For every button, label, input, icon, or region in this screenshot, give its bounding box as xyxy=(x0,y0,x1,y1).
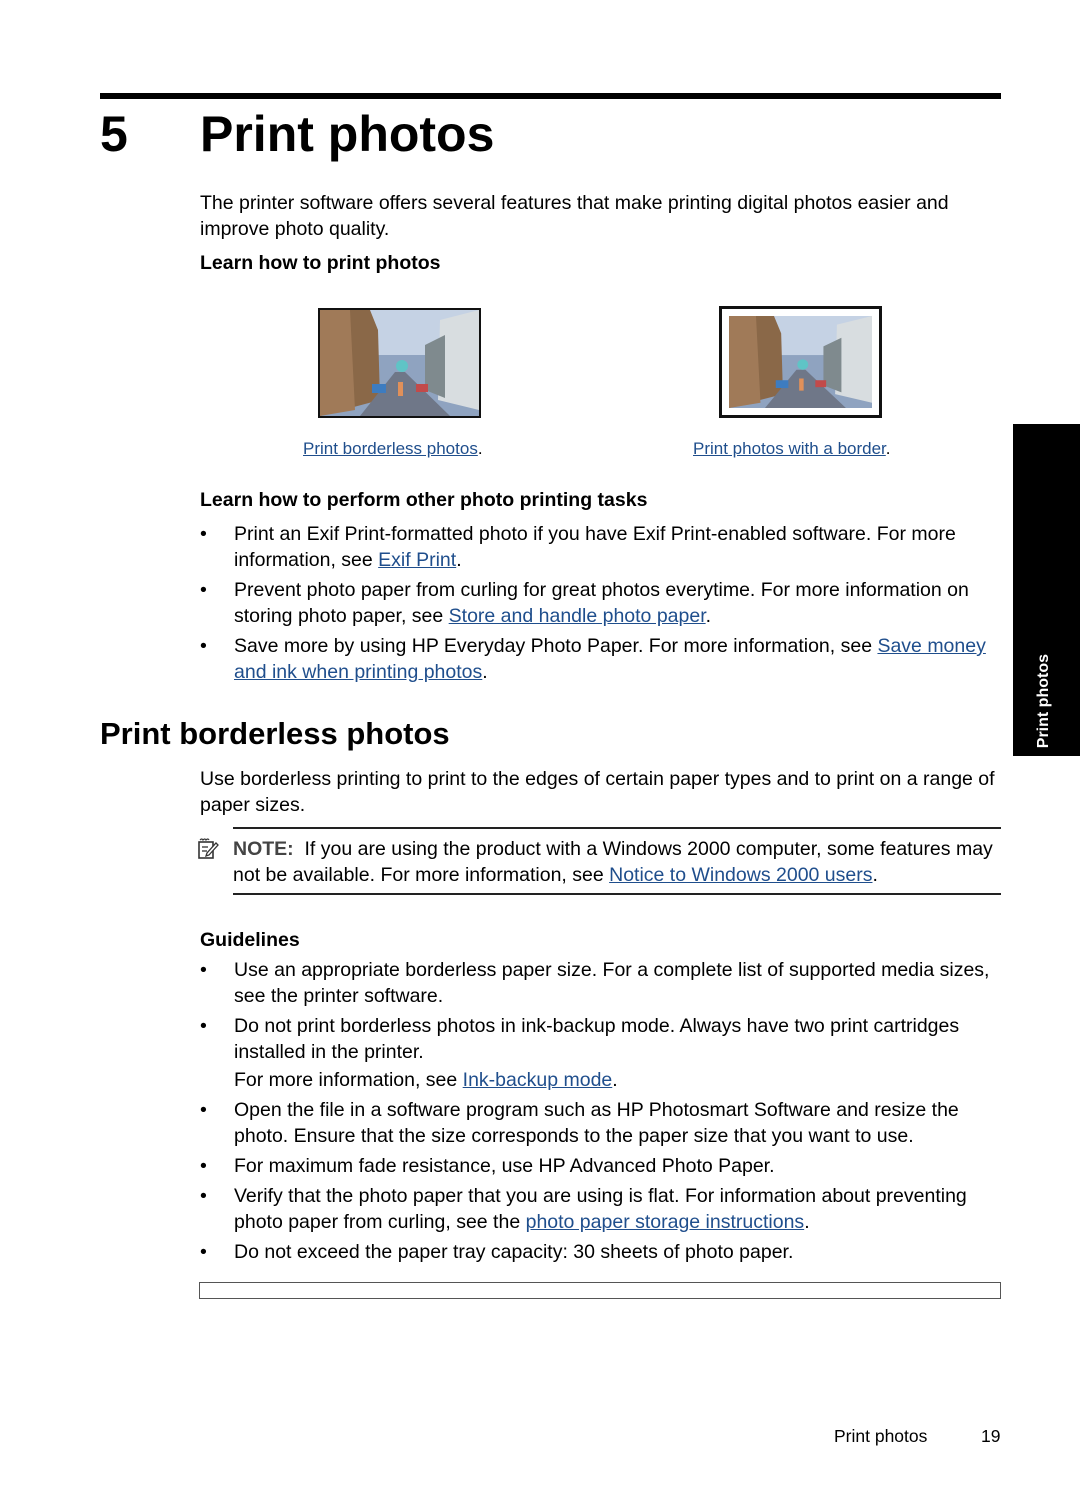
paper-storage-instructions-link[interactable]: photo paper storage instructions xyxy=(526,1211,805,1233)
note-bottom-rule xyxy=(233,893,1001,895)
street-scene-image xyxy=(729,316,872,408)
borderless-caption: Print borderless photos. xyxy=(303,439,483,458)
list-item: • Open the file in a software program suc… xyxy=(200,1099,959,1147)
exif-print-link[interactable]: Exif Print xyxy=(378,549,456,571)
list-item: • Do not exceed the paper tray capacity: … xyxy=(200,1241,794,1263)
print-with-border-link[interactable]: Print photos with a border xyxy=(693,439,886,458)
footer-section-name: Print photos xyxy=(834,1426,928,1446)
side-tab-label: Print photos xyxy=(1035,653,1052,748)
borderless-intro: Use borderless printing to print to the … xyxy=(200,768,995,816)
borderless-photo-thumbnail[interactable] xyxy=(318,308,481,418)
empty-table-box xyxy=(199,1282,1001,1299)
chapter-number: 5 xyxy=(100,106,128,162)
chapter-title: Print photos xyxy=(200,106,495,162)
store-handle-paper-link[interactable]: Store and handle photo paper xyxy=(449,605,706,627)
note-pencil-icon xyxy=(197,838,219,860)
list-item: • Verify that the photo paper that you ar… xyxy=(200,1185,967,1233)
list-item: • Prevent photo paper from curling for gr… xyxy=(200,579,969,627)
print-borderless-link[interactable]: Print borderless photos xyxy=(303,439,478,458)
note-text: NOTE: If you are using the product with … xyxy=(233,838,993,886)
bordered-caption: Print photos with a border. xyxy=(693,439,891,458)
other-tasks-heading: Learn how to perform other photo printin… xyxy=(200,489,648,511)
footer-page-number: 19 xyxy=(981,1426,1001,1446)
list-item: • Print an Exif Print-formatted photo if … xyxy=(200,523,956,571)
note-label: NOTE: xyxy=(233,838,294,860)
learn-print-heading: Learn how to print photos xyxy=(200,252,441,274)
list-item: • Use an appropriate borderless paper siz… xyxy=(200,959,990,1007)
ink-backup-mode-link[interactable]: Ink-backup mode xyxy=(463,1069,613,1091)
chapter-side-tab: Print photos xyxy=(1013,424,1080,756)
chapter-top-rule xyxy=(100,93,1001,99)
borderless-section-heading: Print borderless photos xyxy=(100,716,450,751)
list-item: • Do not print borderless photos in ink-b… xyxy=(200,1015,960,1091)
street-scene-image xyxy=(320,310,479,416)
guidelines-heading: Guidelines xyxy=(200,929,300,951)
list-item: • For maximum fade resistance, use HP Adv… xyxy=(200,1155,775,1177)
windows-2000-notice-link[interactable]: Notice to Windows 2000 users xyxy=(609,864,872,886)
intro-paragraph: The printer software offers several feat… xyxy=(200,192,949,240)
note-top-rule xyxy=(233,827,1001,829)
guidelines-list: • Use an appropriate borderless paper siz… xyxy=(200,957,1005,1269)
bordered-photo-thumbnail[interactable] xyxy=(719,306,882,418)
list-item: • Save more by using HP Everyday Photo Pa… xyxy=(200,635,986,683)
other-tasks-list: • Print an Exif Print-formatted photo if … xyxy=(200,521,1005,689)
